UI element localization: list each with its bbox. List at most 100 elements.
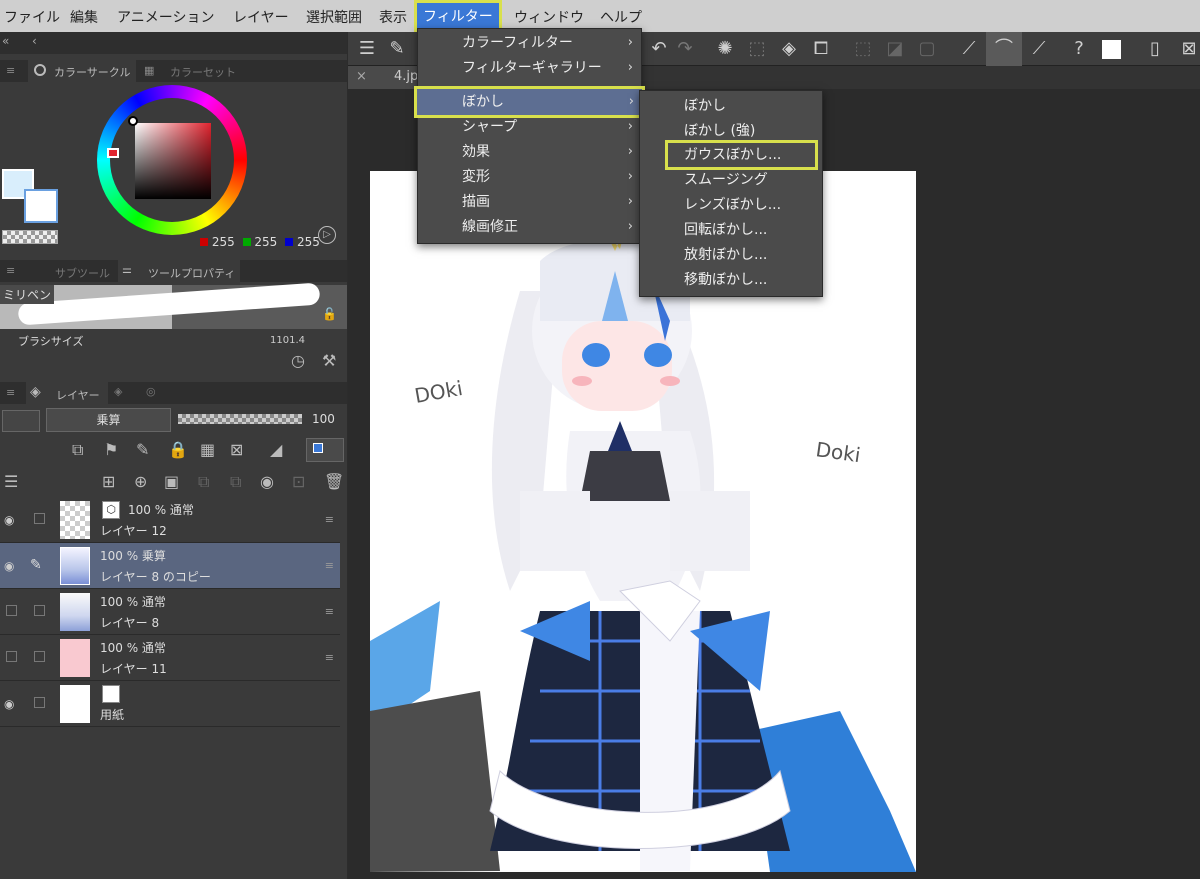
transform-icon[interactable]: ⧠	[810, 38, 832, 60]
menu-item-render[interactable]: 描画 ›	[418, 190, 641, 214]
redo-icon[interactable]: ↷	[674, 38, 696, 60]
invert-icon[interactable]: ◪	[884, 38, 906, 60]
canvas-tab[interactable]: × 4.jpg	[348, 66, 428, 89]
select-icon[interactable]: ✺	[714, 38, 736, 60]
blend-mode-select[interactable]: 乗算	[46, 408, 171, 432]
apply-mask-icon[interactable]: ⊡	[292, 472, 305, 491]
layer-checkbox[interactable]	[34, 513, 45, 524]
drag-handle-icon[interactable]: ≡	[325, 559, 334, 572]
submenu-item-lens-blur[interactable]: レンズぼかし...	[684, 193, 781, 217]
submenu-item-gaussian-blur[interactable]: ガウスぼかし...	[665, 140, 818, 170]
layer-list-icon[interactable]: ☰	[4, 472, 18, 491]
deselect-icon[interactable]: ⬚	[852, 38, 874, 60]
reference-icon[interactable]: ⚑	[104, 440, 118, 459]
tab-color-circle[interactable]: カラーサークル	[28, 60, 136, 82]
menu-edit[interactable]: 編集	[70, 7, 98, 27]
hamburger-icon[interactable]: ☰	[356, 38, 378, 60]
visibility-eye-icon[interactable]: ◉	[4, 513, 14, 527]
tab-layer[interactable]: ◈ レイヤー	[26, 382, 108, 404]
menu-item-transform[interactable]: 変形 ›	[418, 165, 641, 189]
menu-help[interactable]: ヘルプ	[600, 7, 642, 27]
menu-filter[interactable]: フィルター	[414, 0, 502, 32]
transfer-down-icon[interactable]: ⧉	[198, 472, 209, 492]
edit-icon[interactable]: ✎	[386, 38, 408, 60]
layer-checkbox[interactable]	[34, 605, 45, 616]
menu-item-effect[interactable]: 効果 ›	[418, 140, 641, 164]
new-raster-layer-icon[interactable]: ⊞	[102, 472, 115, 491]
menu-animation[interactable]: アニメーション	[117, 7, 214, 27]
color-picker-handle[interactable]	[128, 116, 138, 126]
navigator-icon[interactable]: ◎	[146, 385, 156, 398]
saturation-square[interactable]	[135, 123, 211, 199]
new-vector-layer-icon[interactable]: ⊕	[134, 472, 147, 491]
mask-icon[interactable]: ⊠	[230, 440, 243, 459]
back-icon[interactable]: ‹	[32, 34, 37, 48]
selection-border-icon[interactable]: ▢	[916, 38, 938, 60]
submenu-item-blur-strong[interactable]: ぼかし (強)	[684, 119, 755, 143]
layer-row[interactable]: 100 % 通常 レイヤー 11 ≡	[0, 635, 340, 681]
brush-tool-active[interactable]: ⌒	[986, 32, 1022, 66]
menu-item-sharp[interactable]: シャープ ›	[418, 115, 641, 139]
tab-tool-property[interactable]: ⚌ ツールプロパティ	[118, 260, 240, 282]
ruler-pen-icon[interactable]: ⟋	[958, 38, 980, 60]
submenu-item-blur[interactable]: ぼかし	[684, 94, 726, 118]
menu-selection[interactable]: 選択範囲	[306, 7, 362, 27]
lock-icon[interactable]: 🔓	[322, 307, 337, 321]
tab-sub-tool[interactable]: サブツール	[55, 265, 110, 281]
close-panel-icon[interactable]: ⊠	[1178, 38, 1200, 60]
drag-handle-icon[interactable]: ≡	[325, 513, 334, 526]
layer-row[interactable]: ◉ 用紙	[0, 681, 340, 727]
layer-checkbox[interactable]	[34, 651, 45, 662]
eraser-pen-icon[interactable]: ⟋	[1028, 38, 1050, 60]
menu-icon[interactable]: ≡	[6, 264, 15, 277]
menu-item-line-correction[interactable]: 線画修正 ›	[418, 215, 641, 239]
delete-layer-icon[interactable]: 🗑	[324, 472, 344, 491]
transparency-lock-icon[interactable]: ▦	[200, 440, 215, 459]
menu-item-filter-gallery[interactable]: フィルターギャラリー ›	[418, 56, 641, 80]
collapse-icon[interactable]: «	[2, 34, 9, 48]
menu-view[interactable]: 表示	[379, 7, 407, 27]
drag-handle-icon[interactable]: ≡	[325, 605, 334, 618]
ruler-icon[interactable]: ◢	[270, 440, 282, 459]
wrench-icon[interactable]: ⚒	[322, 351, 336, 370]
opacity-value[interactable]: 100	[312, 412, 335, 426]
color-wheel[interactable]	[97, 85, 247, 235]
submenu-item-motion-blur[interactable]: 移動ぼかし...	[684, 268, 767, 292]
phone-icon[interactable]: ▯	[1144, 38, 1166, 60]
menu-item-color-filter[interactable]: カラーフィルター ›	[418, 31, 641, 55]
timer-icon[interactable]: ◷	[291, 351, 305, 370]
brush-size-row[interactable]: ブラシサイズ 1101.4	[0, 330, 347, 350]
crop-icon[interactable]: ⬚	[746, 38, 768, 60]
draft-icon[interactable]: ✎	[136, 440, 149, 459]
help-icon[interactable]: ?	[1068, 38, 1090, 60]
play-icon[interactable]: ▷	[318, 226, 336, 244]
submenu-item-smoothing[interactable]: スムージング	[684, 168, 768, 192]
layer-color-button[interactable]	[2, 410, 40, 432]
fill-icon[interactable]: ◈	[778, 38, 800, 60]
visibility-eye-icon[interactable]: ◉	[4, 697, 14, 711]
menu-item-blur[interactable]: ぼかし ›	[414, 86, 645, 118]
layer-search-icon[interactable]: ◈	[114, 385, 122, 398]
sub-color-swatch[interactable]	[24, 189, 58, 223]
layer-color-toggle[interactable]	[306, 438, 344, 462]
menu-icon[interactable]: ≡	[6, 64, 15, 77]
layer-row-selected[interactable]: ◉ ✎ 100 % 乗算 レイヤー 8 のコピー ≡	[0, 543, 340, 589]
opacity-slider[interactable]	[178, 414, 302, 424]
menu-icon[interactable]: ≡	[6, 386, 15, 399]
visibility-eye-icon[interactable]: ◉	[4, 559, 14, 573]
close-icon[interactable]: ×	[356, 69, 367, 84]
color-swatch-icon[interactable]	[1102, 40, 1121, 59]
menu-layer[interactable]: レイヤー	[233, 7, 289, 27]
tab-color-set[interactable]: ▦ カラーセット	[140, 62, 240, 82]
transparent-color-swatch[interactable]	[2, 230, 58, 244]
clip-icon[interactable]: ⧉	[72, 440, 83, 460]
submenu-item-spin-blur[interactable]: 回転ぼかし...	[684, 218, 767, 242]
hue-handle[interactable]	[107, 148, 119, 158]
visibility-checkbox[interactable]	[6, 605, 17, 616]
lock-icon[interactable]: 🔒	[168, 440, 188, 459]
menu-file[interactable]: ファイル	[4, 7, 60, 27]
new-folder-icon[interactable]: ▣	[164, 472, 179, 491]
merge-down-icon[interactable]: ⧉	[230, 472, 241, 492]
layer-checkbox[interactable]	[34, 697, 45, 708]
visibility-checkbox[interactable]	[6, 651, 17, 662]
